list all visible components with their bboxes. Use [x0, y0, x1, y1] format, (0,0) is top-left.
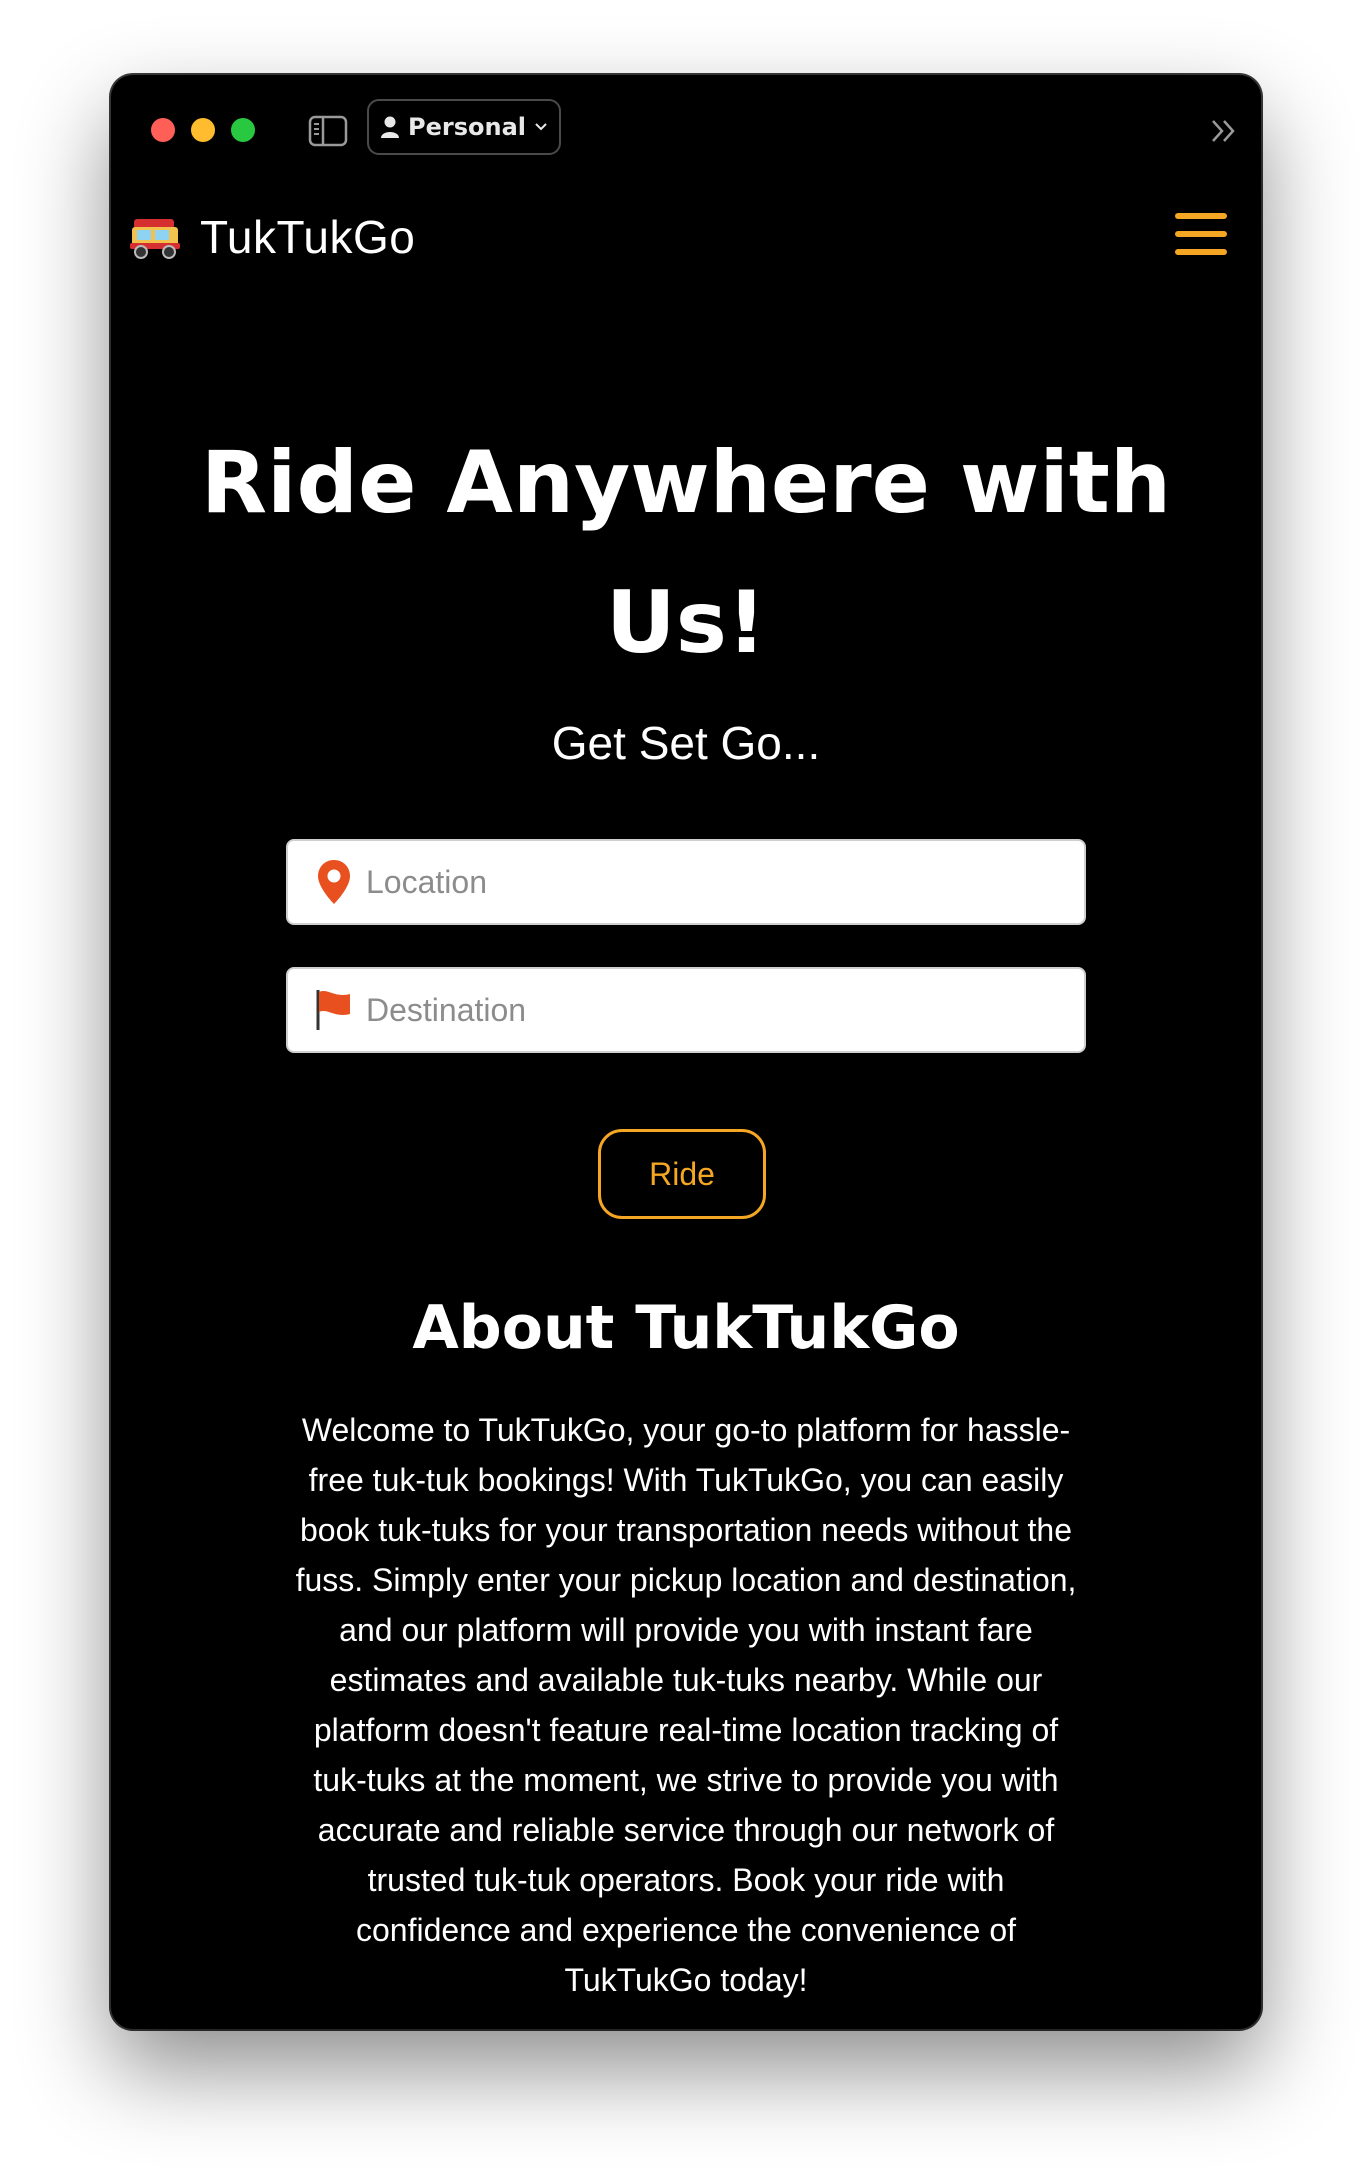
about-line: trusted tuk-tuk operators. Book your rid…: [367, 1862, 1005, 1898]
location-input[interactable]: [364, 862, 1084, 902]
about-line: and our platform will provide you with i…: [339, 1612, 1033, 1648]
zoom-window-button[interactable]: [231, 118, 255, 142]
about-line: free tuk-tuk bookings! With TukTukGo, yo…: [308, 1462, 1064, 1498]
flag-icon: [310, 988, 358, 1032]
brand[interactable]: TukTukGo: [128, 210, 415, 264]
about-line: book tuk-tuks for your transportation ne…: [300, 1512, 1072, 1548]
brand-name: TukTukGo: [200, 211, 416, 263]
title-bar: Personal: [111, 75, 1261, 180]
destination-input[interactable]: [364, 990, 1084, 1030]
about-line: Welcome to TukTukGo, your go-to platform…: [301, 1412, 1071, 1448]
hero-title-line2: Us!: [605, 573, 767, 673]
location-pin-icon: [310, 858, 358, 906]
browser-window: Personal TukTukGo Ride Anywhere with Us!…: [111, 75, 1261, 2029]
about-line: TukTukGo today!: [564, 1962, 808, 1998]
chevron-down-icon: [534, 122, 548, 132]
profile-switcher-button[interactable]: Personal: [367, 99, 561, 155]
profile-label: Personal: [408, 113, 526, 141]
location-field[interactable]: [286, 839, 1086, 925]
close-window-button[interactable]: [151, 118, 175, 142]
about-line: platform doesn't feature real-time locat…: [313, 1712, 1059, 1748]
hero-subtitle: Get Set Go...: [551, 717, 821, 769]
auto-rickshaw-icon: [128, 215, 182, 259]
about-text: Welcome to TukTukGo, your go-to platform…: [236, 1405, 1136, 2005]
about-line: fuss. Simply enter your pickup location …: [295, 1562, 1077, 1598]
about-title: About TukTukGo: [412, 1293, 960, 1363]
about-line: estimates and available tuk-tuks nearby.…: [329, 1662, 1043, 1698]
about-line: tuk-tuks at the moment, we strive to pro…: [313, 1762, 1059, 1798]
person-icon: [380, 115, 400, 139]
ride-button[interactable]: Ride: [598, 1129, 766, 1219]
minimize-window-button[interactable]: [191, 118, 215, 142]
about-line: confidence and experience the convenienc…: [355, 1912, 1017, 1948]
about-line: accurate and reliable service through ou…: [317, 1812, 1055, 1848]
destination-field[interactable]: [286, 967, 1086, 1053]
hero-title-line1: Ride Anywhere with: [200, 433, 1172, 533]
sidebar-toggle-icon[interactable]: [308, 115, 348, 151]
double-chevron-right-icon[interactable]: [1209, 117, 1239, 149]
hamburger-menu-icon[interactable]: [1175, 213, 1227, 255]
